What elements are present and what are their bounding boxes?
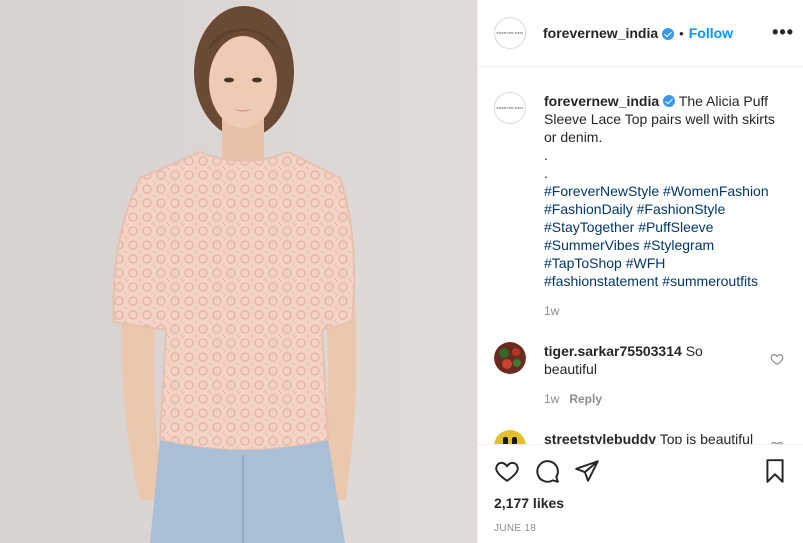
avatar-image [494, 342, 526, 374]
like-count[interactable]: 2,177 likes [494, 495, 788, 511]
hashtag-link[interactable]: #WFH [626, 255, 666, 271]
header-username[interactable]: forevernew_india [543, 25, 658, 41]
profile-avatar[interactable]: FOREVER NEW [494, 17, 526, 49]
comment-meta: 1w Reply [544, 392, 754, 406]
comments-section[interactable]: FOREVER NEW forevernew_india The Alicia … [478, 68, 803, 444]
hashtag-link[interactable]: #WomenFashion [663, 183, 769, 199]
comment-bubble-icon[interactable] [534, 458, 560, 484]
post-caption: FOREVER NEW forevernew_india The Alicia … [494, 92, 788, 318]
hashtag-link[interactable]: #SummerVibes [544, 237, 639, 253]
comment-body: Top is beautiful [659, 431, 754, 444]
hashtag-link[interactable]: #summeroutfits [662, 273, 758, 289]
brand-logo: FOREVER NEW [496, 31, 524, 35]
bookmark-icon[interactable] [762, 458, 788, 484]
comment-username[interactable]: streetstylebuddy [544, 431, 656, 444]
post-actions: 2,177 likes JUNE 18 [478, 444, 803, 543]
caption-avatar[interactable]: FOREVER NEW [494, 92, 526, 124]
brand-logo: FOREVER NEW [496, 106, 524, 110]
reply-button[interactable]: Reply [569, 392, 602, 406]
post-date[interactable]: JUNE 18 [494, 523, 788, 534]
post-sidebar: FOREVER NEW forevernew_india • Follow ••… [477, 0, 803, 543]
photo-illustration [0, 0, 477, 543]
caption-username[interactable]: forevernew_india [544, 93, 659, 109]
paper-plane-icon[interactable] [574, 458, 600, 484]
ellipsis-icon[interactable]: ••• [772, 22, 794, 43]
hashtag-link[interactable]: #FashionStyle [637, 201, 726, 217]
caption-meta: 1w [544, 304, 780, 318]
hashtag-link[interactable]: #fashionstatement [544, 273, 658, 289]
hashtag-link[interactable]: #TapToShop [544, 255, 622, 271]
hashtag-link[interactable]: #StayTogether [544, 219, 634, 235]
verified-badge-icon [662, 28, 675, 40]
comment-like-heart-icon[interactable] [770, 352, 784, 366]
comment-username[interactable]: tiger.sarkar75503314 [544, 343, 682, 359]
hashtag-link[interactable]: #Stylegram [643, 237, 714, 253]
commenter-avatar[interactable] [494, 342, 526, 374]
heart-icon[interactable] [494, 458, 520, 484]
follow-button[interactable]: Follow [689, 25, 733, 41]
comment-item: streetstylebuddy Top is beautiful 💞 [494, 430, 788, 444]
separator-dot: • [679, 25, 684, 41]
post-header: FOREVER NEW forevernew_india • Follow ••… [478, 0, 803, 67]
caption-time[interactable]: 1w [544, 304, 559, 318]
instagram-post: FOREVER NEW forevernew_india • Follow ••… [0, 0, 803, 543]
comment-text-block: tiger.sarkar75503314 So beautiful [544, 342, 754, 378]
comment-text-block: streetstylebuddy Top is beautiful 💞 [544, 430, 754, 444]
caption-dot: . [544, 147, 548, 163]
comment-item: tiger.sarkar75503314 So beautiful 1w Repl… [494, 342, 788, 406]
caption-text-block: forevernew_india The Alicia Puff Sleeve … [544, 92, 780, 290]
action-icons [494, 451, 788, 491]
caption-dot: . [544, 165, 548, 181]
hashtag-link[interactable]: #PuffSleeve [638, 219, 713, 235]
avatar-image [494, 430, 526, 444]
hashtag-link[interactable]: #ForeverNewStyle [544, 183, 659, 199]
comment-time[interactable]: 1w [544, 392, 559, 406]
commenter-avatar[interactable] [494, 430, 526, 444]
verified-badge-icon [663, 95, 676, 107]
post-image[interactable] [0, 0, 477, 543]
hashtag-link[interactable]: #FashionDaily [544, 201, 633, 217]
